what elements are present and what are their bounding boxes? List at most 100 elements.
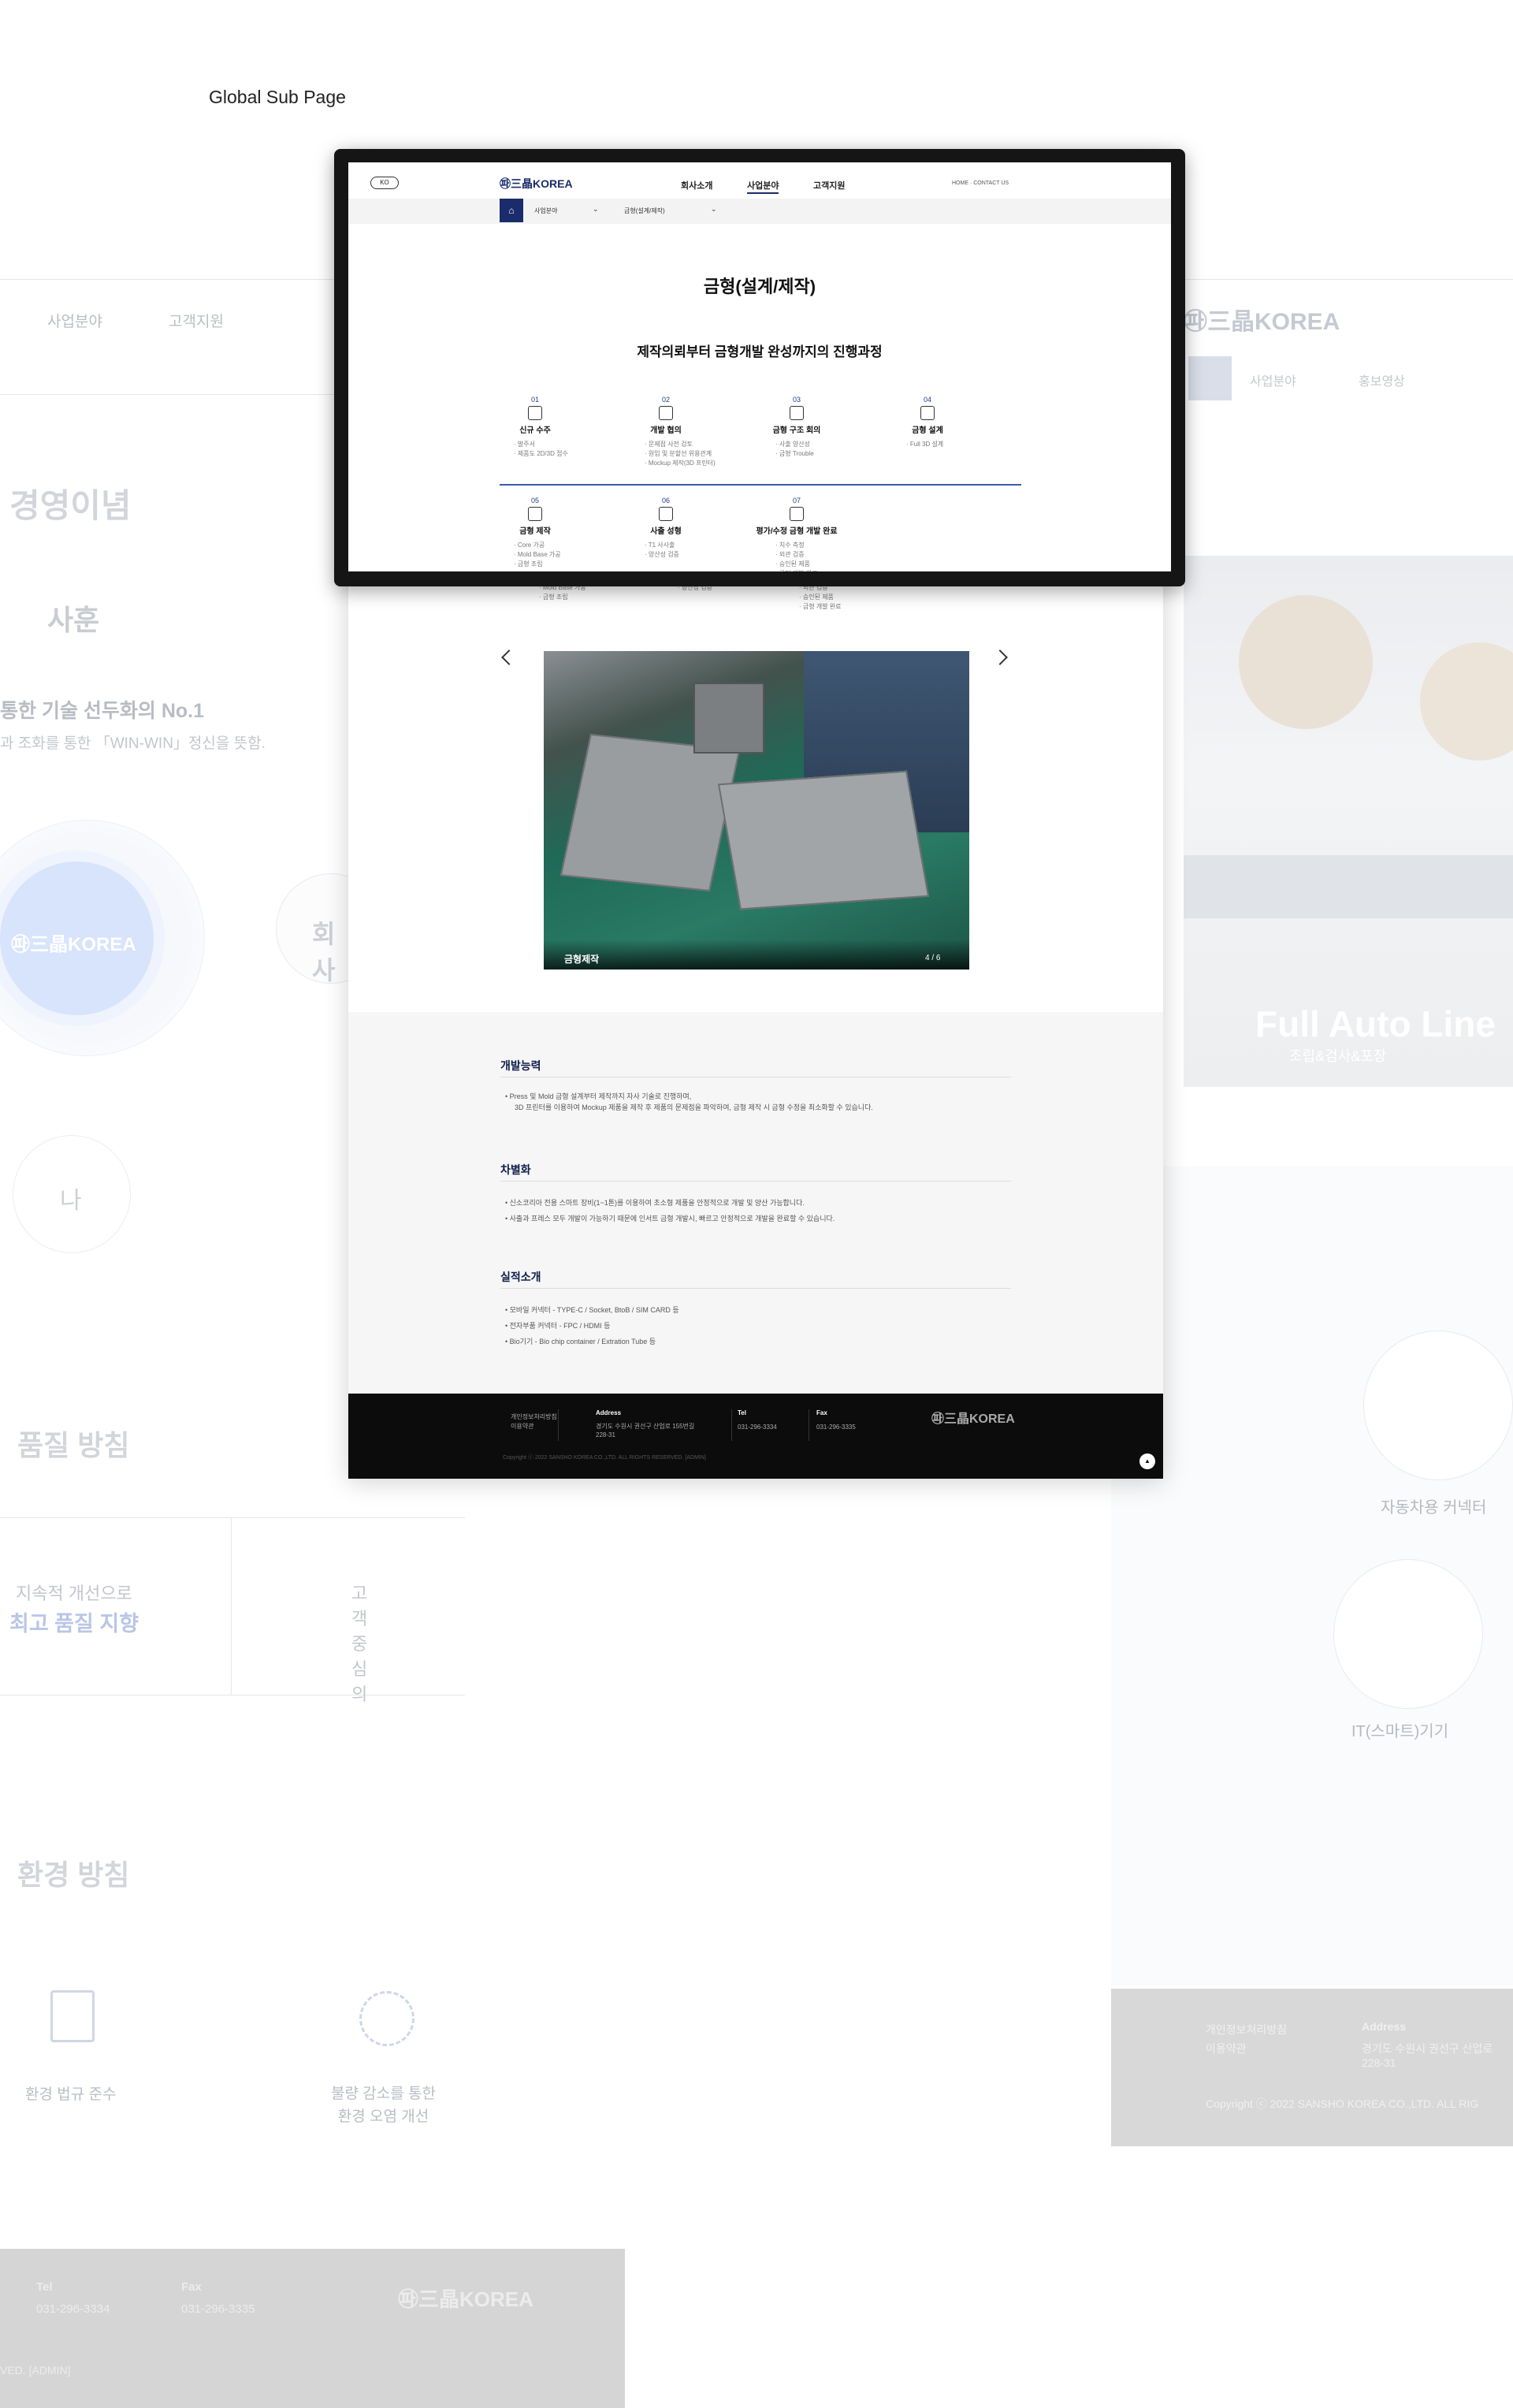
scroll-top-button[interactable]: ▲ <box>1139 1453 1155 1469</box>
bg-quality-sub-2: 고객중심의 <box>351 1584 368 1704</box>
bg-nav-support: 고객지원 <box>169 314 224 330</box>
bg-nav-business: 사업분야 <box>47 314 102 330</box>
step-icon <box>659 406 673 420</box>
process-step-03: 03 금형 구조 회의 · 사출 양산성 · 금형 Trouble <box>738 396 856 459</box>
process-step-06: 06 사출 성형 · T1 사사출 · 양산성 검증 <box>607 497 725 560</box>
bg-right-logo: ㉺三晶KOREA <box>1184 309 1340 335</box>
section-title-difference: 차별화 <box>500 1163 531 1176</box>
nav-business[interactable]: 사업분야 <box>747 179 779 192</box>
process-divider <box>500 484 1021 486</box>
step-number: 05 <box>530 497 539 504</box>
step-title: 개발 협의 <box>650 426 682 435</box>
utility-links[interactable]: HOME · CONTACT US <box>952 181 1009 186</box>
site-logo[interactable]: ㉺三晶KOREA <box>500 176 573 192</box>
step-desc: · 치수 측정 · 외관 검증 · 승인된 제품· 금형 개발 완료 <box>738 541 856 571</box>
step-desc-line: · 원임 및 분할선 위용관계 <box>645 450 712 457</box>
chevron-down-icon: ⌄ <box>593 205 599 213</box>
bg-footer-left: Tel 031-296-3334 Fax 031-296-3335 ㉺三晶KOR… <box>0 2249 625 2408</box>
bg-quality-main-1: 최고 품질 지향 <box>9 1612 139 1636</box>
step-desc: · 문제점 사전 검토 · 원임 및 분할선 위용관계 · Mockup 제작(3D… <box>607 440 725 468</box>
car-icon <box>1363 1331 1513 1480</box>
recycle-icon <box>359 1991 414 2046</box>
step-desc-line: · 사출 양산성 <box>775 441 810 448</box>
step-icon <box>790 507 804 521</box>
step-desc-line: · 금형 Trouble <box>775 450 814 457</box>
process-step-01: 01 신규 수주 · 발주서 · 제품도 2D/3D 접수 <box>476 396 594 459</box>
step-desc: · Full 3D 설계 <box>868 440 987 449</box>
footer-logo: ㉺三晶KOREA <box>931 1412 1015 1426</box>
step-title: 사출 성형 <box>650 527 682 536</box>
slider-caption: 금형제작 <box>564 954 600 965</box>
breadcrumb-level1[interactable]: 사업분야 <box>534 207 557 215</box>
step-title: 금형 제작 <box>519 527 551 536</box>
bg-circle-small: 나 <box>60 1188 82 1214</box>
footer-copyright: Copyright ⓒ 2022 SANSHO KOREA CO.,LTD. A… <box>503 1455 706 1461</box>
footer-privacy-link[interactable]: 개인정보처리방침 <box>511 1412 557 1422</box>
step-desc-line: · 문제점 사전 검토 <box>645 441 693 448</box>
step-icon <box>528 406 542 420</box>
bg-motto-line1: 통한 기술 선두화의 No.1 <box>0 700 205 722</box>
step-number: 04 <box>923 396 931 404</box>
step-desc-line: · Core 가공 <box>514 542 545 549</box>
section-ability-text: • Press 및 Mold 금형 설계부터 제작까지 자사 기술로 진행하며,… <box>505 1092 873 1111</box>
nav-company[interactable]: 회사소개 <box>681 179 712 192</box>
step-icon <box>920 406 935 420</box>
document-icon <box>50 1990 95 2042</box>
slider-prev-button[interactable] <box>501 649 517 665</box>
step-desc-line: · T1 사사출 <box>645 542 675 549</box>
footer-terms-link[interactable]: 이용약관 <box>511 1422 557 1431</box>
background-page-left: 사업분야 고객지원 경영이념 사훈 통한 기술 선두화의 No.1 과 조화를 … <box>0 0 625 2408</box>
step-desc-line: · 승인된 제품 <box>775 560 810 568</box>
bg-env-item-2: 불량 감소를 통한 환경 오염 개선 <box>331 2086 436 2125</box>
step-desc-line: · Full 3D 설계 <box>906 441 944 448</box>
step-desc: · 발주서 · 제품도 2D/3D 접수 <box>476 440 594 459</box>
peek-step-7: · 외관 검증 · 승인된 제품 · 금형 개발 완료 <box>799 584 842 610</box>
step-number: 06 <box>661 497 670 504</box>
bg-motto-title: 사훈 <box>47 604 100 636</box>
nav-support[interactable]: 고객지원 <box>813 179 845 192</box>
presentation-board: Global Sub Page 사업분야 고객지원 경영이념 사훈 통한 기술 … <box>0 0 1513 2408</box>
step-desc-line: · 금형 개발 완료 <box>775 569 856 571</box>
bg-quality-sub-1: 지속적 개선으로 <box>16 1584 132 1603</box>
watch-icon <box>1333 1559 1483 1709</box>
step-desc-line: · 양산성 검증 <box>645 551 679 558</box>
slider-next-button[interactable] <box>992 649 1008 665</box>
step-desc-line: · 금형 조립 <box>514 560 543 568</box>
step-desc-line: · Mockup 제작(3D 프린터) <box>645 460 716 467</box>
step-number: 03 <box>792 396 801 404</box>
bg-quality-title: 품질 방침 <box>17 1429 130 1461</box>
step-desc: · T1 사사출 · 양산성 검증 <box>607 541 725 560</box>
section-record-text: • 모바일 커넥터 - TYPE-C / Socket, BtoB / SIM … <box>505 1306 679 1345</box>
process-steps: 01 신규 수주 · 발주서 · 제품도 2D/3D 접수 02 개발 협의 · 문제점 사… <box>500 391 1020 571</box>
lang-selector[interactable]: KO <box>370 177 399 189</box>
slider-counter: 4 / 6 <box>925 954 941 962</box>
step-desc-line: · Mold Base 가공 <box>514 551 561 558</box>
bg-circle-side: 회사 <box>312 920 336 984</box>
process-step-02: 02 개발 협의 · 문제점 사전 검토 · 원임 및 분할선 위용관계 · Mocku… <box>607 396 725 468</box>
step-title: 평가/수정 금형 개발 완료 <box>756 527 838 536</box>
step-icon <box>659 507 673 521</box>
step-number: 02 <box>661 396 670 404</box>
step-desc: · 사출 양산성 · 금형 Trouble <box>738 440 856 459</box>
bg-env-item-1: 환경 법규 준수 <box>25 2086 117 2103</box>
breadcrumb-level2[interactable]: 금형(설계/제작) <box>624 207 665 215</box>
process-title: 제작의뢰부터 금형개발 완성까지의 진행과정 <box>637 344 883 359</box>
process-step-05: 05 금형 제작 · Core 가공 · Mold Base 가공 · 금형 조립 <box>476 497 594 569</box>
step-title: 금형 구조 회의 <box>772 426 821 435</box>
monitor-screen: KO ㉺三晶KOREA 회사소개 사업분야 고객지원 HOME · CONTAC… <box>348 162 1171 571</box>
step-number: 01 <box>530 396 539 404</box>
step-icon <box>528 507 542 521</box>
bg-footer-right: 개인정보처리방침 이용약관 Address 경기도 수원시 권선구 산업로 22… <box>1111 1989 1513 2146</box>
bg-env-title: 환경 방침 <box>17 1859 130 1891</box>
step-icon <box>790 406 804 420</box>
process-step-07: 07 평가/수정 금형 개발 완료 · 치수 측정 · 외관 검증 · 승인된 제품· … <box>738 497 856 571</box>
home-icon-button[interactable]: ⌂ <box>500 199 523 222</box>
section-title-ability: 개발능력 <box>500 1059 541 1072</box>
monitor-frame: KO ㉺三晶KOREA 회사소개 사업분야 고객지원 HOME · CONTAC… <box>334 149 1185 586</box>
home-icon <box>1188 356 1232 400</box>
chevron-down-icon: ⌄ <box>711 205 717 213</box>
process-step-04: 04 금형 설계 · Full 3D 설계 <box>868 396 987 449</box>
step-title: 금형 설계 <box>912 426 943 435</box>
step-desc-line: · 제품도 2D/3D 접수 <box>514 450 568 457</box>
bg-banner-title: Full Auto Line <box>1255 1003 1496 1044</box>
